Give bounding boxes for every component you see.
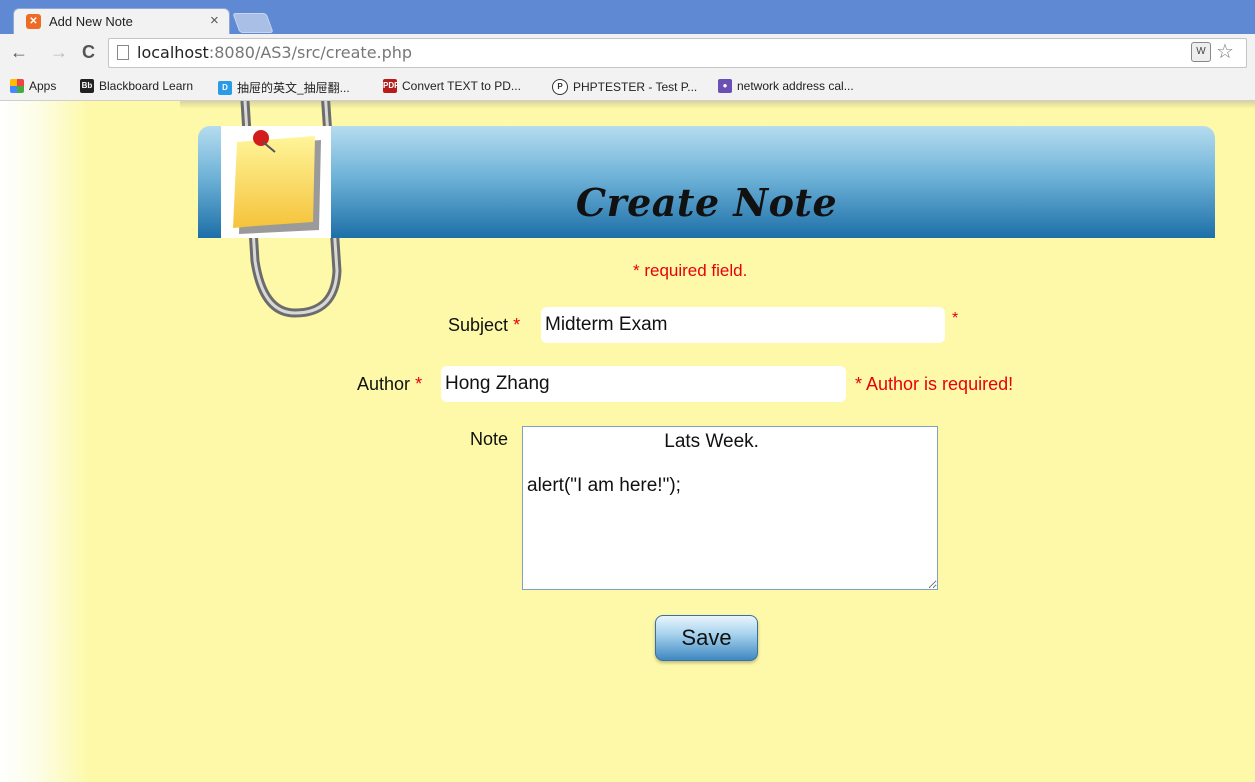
address-bar[interactable]: localhost:8080/AS3/src/create.php W ☆	[108, 38, 1247, 68]
author-error: * Author is required!	[855, 374, 1014, 394]
blackboard-icon: Bb	[80, 79, 94, 93]
browser-tab-strip: ✕ Add New Note ×	[0, 0, 1255, 34]
required-star: *	[415, 374, 423, 394]
page-title: Create Note	[575, 180, 838, 225]
subject-input[interactable]	[541, 307, 945, 343]
network-icon: ●	[718, 79, 732, 93]
xampp-icon: ✕	[26, 14, 41, 29]
required-star: *	[513, 315, 521, 335]
bookmark-dictionary[interactable]: D 抽屉的英文_抽屉翻...	[218, 79, 350, 96]
subject-label: Subject *	[448, 315, 521, 335]
author-input[interactable]	[441, 366, 846, 402]
note-label: Note	[470, 429, 509, 449]
browser-tab[interactable]: ✕ Add New Note ×	[14, 9, 229, 34]
paper-edge	[0, 101, 90, 782]
bookmark-phptester[interactable]: P PHPTESTER - Test P...	[552, 79, 697, 95]
bookmarks-bar: Apps Bb Blackboard Learn D 抽屉的英文_抽屉翻... PD…	[0, 76, 1255, 101]
back-arrow-icon[interactable]: ←	[10, 42, 28, 63]
bookmark-star-icon[interactable]: ☆	[1216, 39, 1234, 64]
bookmark-convert-pdf[interactable]: PDF Convert TEXT to PD...	[383, 79, 521, 93]
author-label: Author *	[357, 374, 423, 394]
page-content: Create Note * required field. Subject * …	[0, 101, 1255, 782]
apps-grid-icon	[10, 79, 24, 93]
bookmark-blackboard[interactable]: Bb Blackboard Learn	[80, 79, 193, 93]
header-banner: Create Note	[198, 126, 1215, 238]
extension-icon[interactable]: W	[1191, 42, 1211, 62]
pdf-icon: PDF	[383, 79, 399, 93]
subject-error: *	[952, 310, 959, 327]
new-tab-button[interactable]	[232, 13, 274, 33]
bookmark-network-calc[interactable]: ● network address cal...	[718, 79, 854, 93]
save-button[interactable]: Save	[655, 615, 758, 661]
dict-icon: D	[218, 80, 232, 95]
phptester-icon: P	[552, 79, 568, 95]
page-icon	[117, 45, 129, 60]
reload-icon[interactable]: C	[82, 42, 95, 63]
bookmark-apps[interactable]: Apps	[10, 79, 56, 93]
url-text: localhost:8080/AS3/src/create.php	[137, 43, 413, 62]
tab-close-icon[interactable]: ×	[210, 12, 219, 29]
forward-arrow-icon[interactable]: →	[50, 42, 68, 63]
tab-title: Add New Note	[49, 14, 133, 29]
note-textarea[interactable]: Lats Week. alert("I am here!");	[522, 426, 938, 590]
required-field-note: * required field.	[633, 261, 748, 280]
